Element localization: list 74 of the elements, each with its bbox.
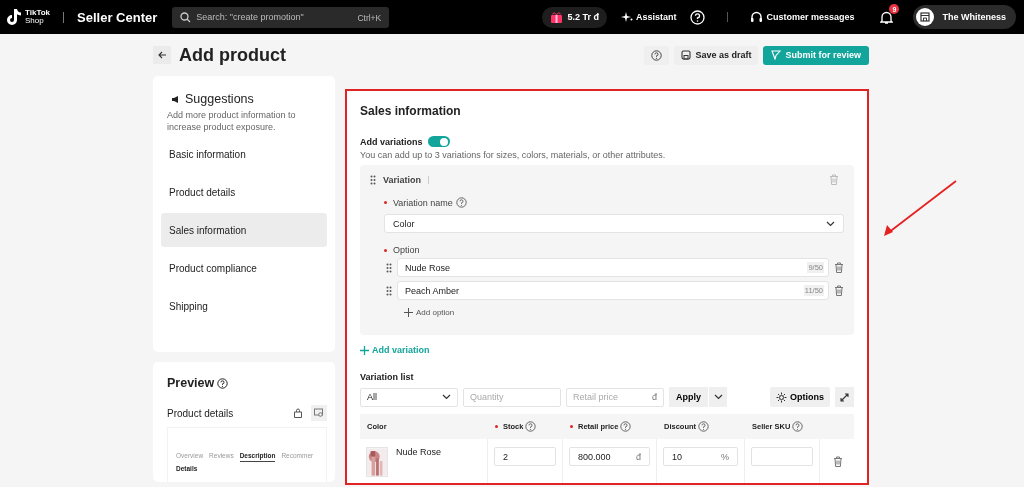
back-arrow-icon bbox=[157, 51, 167, 59]
drag-handle-icon[interactable] bbox=[386, 285, 392, 296]
screen-search-icon[interactable] bbox=[314, 408, 324, 418]
headset-icon bbox=[750, 10, 764, 24]
nav-item[interactable]: Product compliance bbox=[161, 251, 327, 285]
megaphone-icon bbox=[171, 95, 180, 103]
nav-item[interactable]: Basic information bbox=[161, 137, 327, 171]
sparkle-icon bbox=[620, 12, 633, 22]
variation-label: Variation bbox=[383, 174, 421, 185]
price-input[interactable]: 800.000 đ bbox=[569, 447, 650, 466]
shortcut-hint: Ctrl+K bbox=[357, 12, 382, 23]
required-mark bbox=[384, 248, 387, 252]
toggle-switch[interactable] bbox=[427, 136, 450, 147]
tiktok-note-icon bbox=[6, 8, 22, 26]
logo-subtext: Shop bbox=[25, 17, 45, 25]
card-title: Suggestions bbox=[185, 92, 254, 106]
chevron-down-icon[interactable] bbox=[442, 394, 451, 400]
nav-item[interactable]: Product details bbox=[161, 175, 327, 209]
customer-messages-button[interactable]: Customer messages bbox=[750, 10, 855, 24]
product-name: Seller Center bbox=[77, 9, 158, 25]
discount-input[interactable]: 10 % bbox=[663, 447, 738, 466]
variation-name-dropdown[interactable]: Color bbox=[384, 214, 844, 233]
plus-icon bbox=[404, 308, 413, 317]
card-title: Preview bbox=[167, 376, 215, 390]
page-title: Add product bbox=[179, 44, 286, 66]
seller-sku-input[interactable] bbox=[751, 447, 813, 466]
field-label: Option bbox=[393, 245, 420, 255]
save-draft-button[interactable]: Save as draft bbox=[674, 45, 759, 65]
hint-text: Add more product information to increase product exposure. bbox=[166, 109, 297, 133]
drag-handle-icon[interactable] bbox=[370, 174, 376, 185]
currency-label: đ bbox=[636, 451, 641, 462]
apply-menu-button[interactable] bbox=[709, 387, 727, 407]
send-icon bbox=[771, 50, 782, 60]
balance-button[interactable]: 5.2 Tr đ bbox=[542, 6, 607, 28]
assistant-button[interactable]: Assistant bbox=[620, 12, 677, 22]
cell-text: Nude Rose bbox=[396, 447, 442, 457]
nav-item[interactable]: Shipping bbox=[161, 289, 327, 323]
stock-input[interactable]: 2 bbox=[494, 447, 556, 466]
expand-button[interactable] bbox=[835, 387, 854, 407]
help-button[interactable] bbox=[644, 45, 670, 65]
help-icon[interactable] bbox=[217, 377, 229, 389]
section-title: Sales information bbox=[360, 104, 462, 118]
store-icon bbox=[916, 8, 935, 26]
section-subtitle: Variation list bbox=[360, 372, 415, 382]
field-label: Variation name bbox=[393, 197, 453, 208]
back-button[interactable] bbox=[153, 46, 171, 64]
filter-dropdown[interactable]: All bbox=[360, 387, 458, 407]
section-label: Product details bbox=[167, 407, 234, 419]
logo-text: TikTok bbox=[25, 9, 51, 17]
trash-icon[interactable] bbox=[834, 262, 844, 273]
bell-icon[interactable] bbox=[880, 10, 894, 24]
search-icon bbox=[180, 11, 192, 23]
account-button[interactable]: The Whiteness bbox=[913, 5, 1016, 29]
field-label: Add variations bbox=[360, 136, 423, 147]
drag-handle-icon[interactable] bbox=[386, 262, 392, 273]
add-option-button[interactable]: Add option bbox=[404, 308, 844, 317]
gift-icon bbox=[550, 10, 564, 24]
quantity-field[interactable]: Quantity bbox=[463, 387, 561, 407]
bag-icon[interactable] bbox=[293, 408, 303, 418]
plus-icon bbox=[360, 345, 369, 355]
gear-icon bbox=[776, 391, 787, 403]
apply-button[interactable]: Apply bbox=[669, 387, 708, 407]
hint-text: You can add up to 3 variations for sizes, colors, materials, or other attributes. bbox=[360, 150, 667, 160]
percent-label: % bbox=[721, 451, 729, 462]
expand-icon bbox=[840, 392, 849, 402]
save-icon bbox=[681, 50, 692, 60]
currency-label: đ bbox=[652, 391, 657, 402]
nav-item[interactable]: Sales information bbox=[161, 213, 327, 247]
trash-icon[interactable] bbox=[832, 456, 843, 467]
trash-icon[interactable] bbox=[834, 285, 844, 296]
required-mark bbox=[384, 201, 387, 204]
chevron-down-icon[interactable] bbox=[826, 220, 835, 227]
chevron-down-icon[interactable] bbox=[713, 394, 723, 400]
options-button[interactable]: Options bbox=[770, 387, 830, 407]
